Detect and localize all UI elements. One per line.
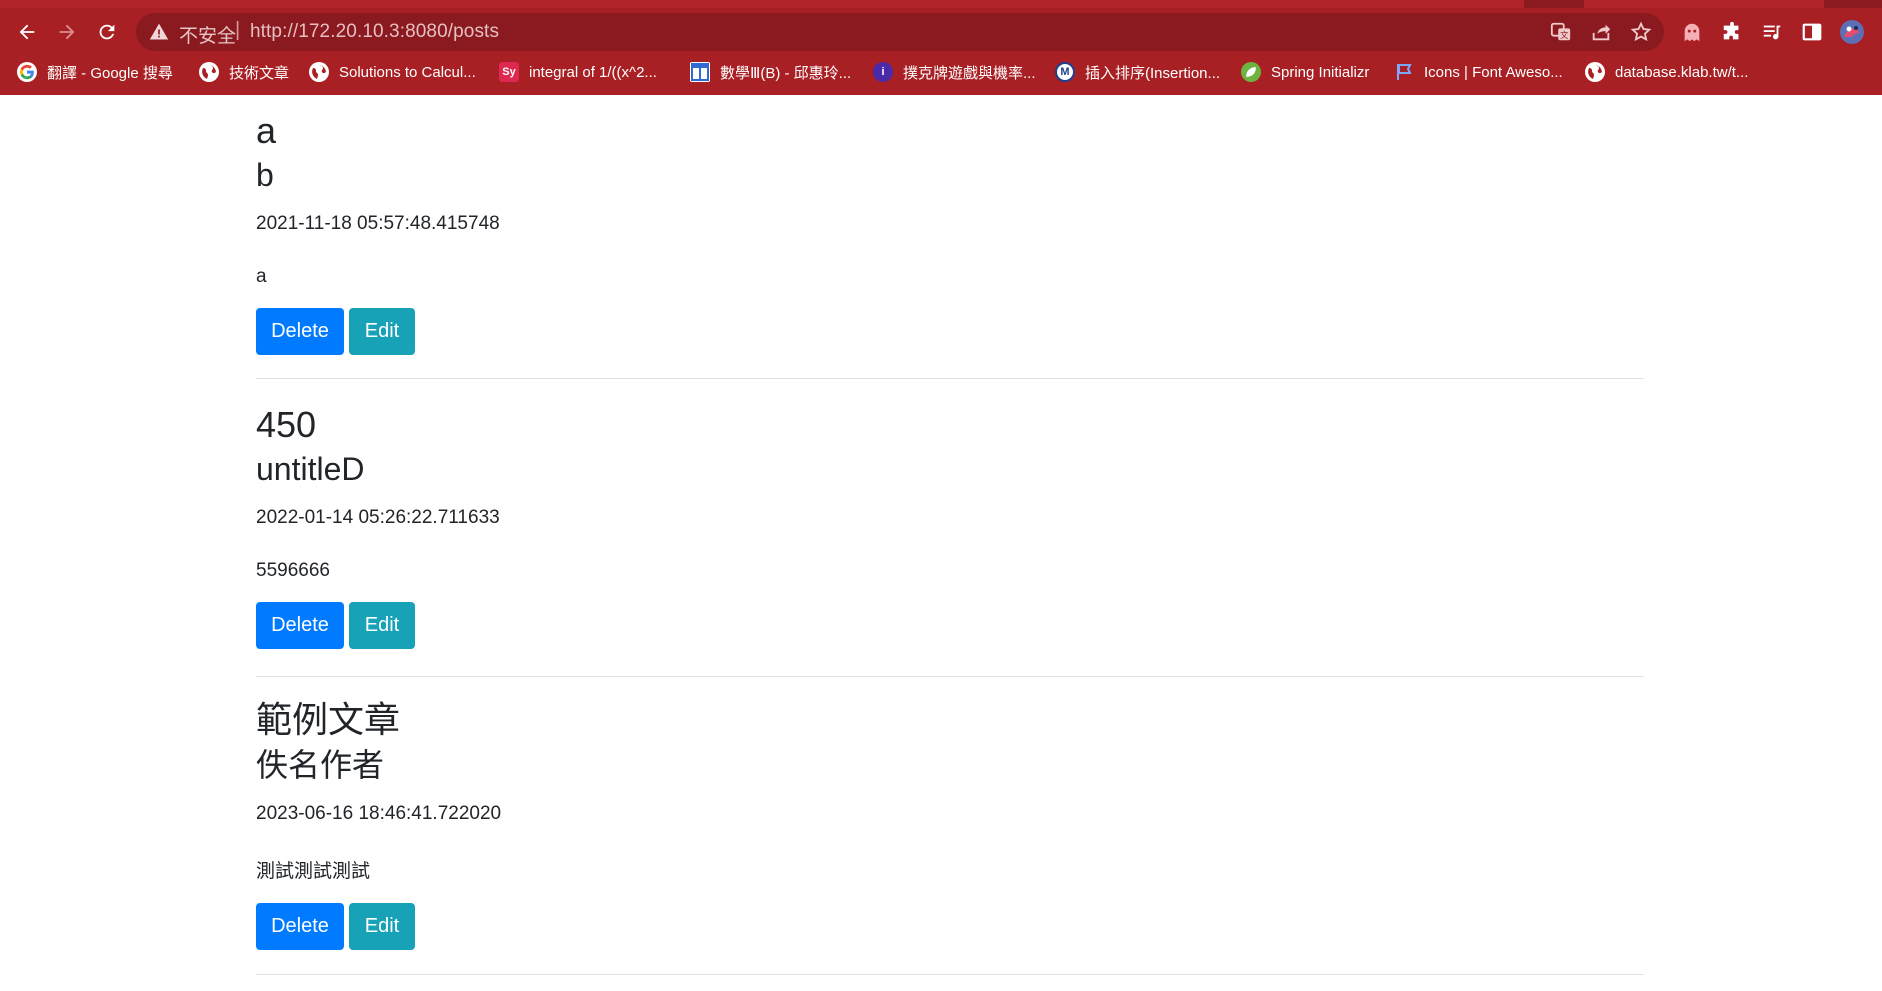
globe-icon <box>199 62 219 82</box>
info-icon: i <box>873 62 893 82</box>
google-icon <box>17 62 37 82</box>
active-tab[interactable] <box>0 0 1524 8</box>
spring-leaf-icon <box>1241 62 1261 82</box>
bookmark-label: Icons | Font Aweso... <box>1424 63 1563 81</box>
bookmark-calculus-solutions[interactable]: Solutions to Calcul... <box>309 60 476 84</box>
delete-button[interactable]: Delete <box>256 601 344 649</box>
side-panel-icon[interactable] <box>1799 19 1825 45</box>
insecure-label: 不安全 <box>179 25 237 47</box>
bookmark-label: database.klab.tw/t... <box>1615 63 1749 81</box>
delete-button[interactable]: Delete <box>256 902 344 950</box>
post-title: 450 <box>256 404 317 445</box>
bookmark-label: 數學Ⅲ(B) - 邱惠玲... <box>720 64 852 82</box>
post-card: 450 untitleD 2022-01-14 05:26:22.711633 … <box>256 379 1644 677</box>
bookmark-tech-articles[interactable]: 技術文章 <box>199 60 289 84</box>
back-arrow-icon <box>19 24 35 40</box>
svg-text:文: 文 <box>1560 30 1568 40</box>
symbolab-icon: Sy <box>499 62 519 82</box>
bookmark-label: 技術文章 <box>229 64 290 82</box>
post-actions: Delete Edit <box>256 601 1644 668</box>
post-card: a b 2021-11-18 05:57:48.415748 a Delete … <box>256 95 1644 379</box>
bookmark-label: 翻譯 - Google 搜尋 <box>47 64 173 82</box>
bookmark-label: integral of 1/((x^2... <box>529 63 657 81</box>
post-timestamp: 2023-06-16 18:46:41.722020 <box>256 802 502 824</box>
bookmark-star-icon[interactable] <box>1630 21 1652 43</box>
post-body: 5596666 <box>256 559 330 581</box>
flag-icon <box>1394 62 1414 82</box>
bookmark-poker-probability[interactable]: i 撲克牌遊戲與機率... <box>873 60 1036 84</box>
m-icon: M <box>1055 62 1075 82</box>
edit-button[interactable]: Edit <box>349 601 415 649</box>
post-actions: Delete Edit <box>256 902 1644 969</box>
posts-list: a b 2021-11-18 05:57:48.415748 a Delete … <box>256 95 1644 975</box>
edit-button[interactable]: Edit <box>349 902 415 950</box>
bookmark-google-translate[interactable]: 翻譯 - Google 搜尋 <box>17 60 173 84</box>
edit-button[interactable]: Edit <box>349 307 415 355</box>
calendar-icon <box>690 62 710 82</box>
translate-icon[interactable]: 文 <box>1550 21 1572 43</box>
bookmarks-bar: 翻譯 - Google 搜尋 技術文章 Solutions to Calcul.… <box>0 56 1882 88</box>
url-text[interactable]: http://172.20.10.3:8080/posts <box>250 21 499 43</box>
bookmark-label: 撲克牌遊戲與機率... <box>903 64 1036 82</box>
reading-list-icon[interactable] <box>1759 19 1785 45</box>
bookmark-database-klab[interactable]: database.klab.tw/t... <box>1585 60 1748 84</box>
post-card: 範例文章 佚名作者 2023-06-16 18:46:41.722020 測試測… <box>256 677 1644 975</box>
address-bar[interactable]: 不安全 | http://172.20.10.3:8080/posts 文 <box>136 13 1664 51</box>
post-timestamp: 2021-11-18 05:57:48.415748 <box>256 212 500 234</box>
post-title: a <box>256 110 277 151</box>
profile-avatar-icon[interactable] <box>1839 19 1865 45</box>
globe-icon <box>1585 62 1605 82</box>
back-button[interactable] <box>11 16 43 48</box>
post-actions: Delete Edit <box>256 307 1644 374</box>
tab-strip <box>0 0 1882 8</box>
post-author: untitleD <box>256 451 365 488</box>
ghost-extension-icon[interactable] <box>1679 19 1705 45</box>
bookmark-spring-initializr[interactable]: Spring Initializr <box>1241 60 1369 84</box>
bookmark-label: Solutions to Calcul... <box>339 63 476 81</box>
bookmark-label: Spring Initializr <box>1271 63 1370 81</box>
post-body: a <box>256 265 267 287</box>
url-host: http://172.20.10.3 <box>250 21 400 42</box>
extensions-puzzle-icon[interactable] <box>1719 19 1745 45</box>
bookmark-insertion-sort[interactable]: M 插入排序(Insertion... <box>1055 60 1220 84</box>
bookmark-math-course[interactable]: 數學Ⅲ(B) - 邱惠玲... <box>690 60 851 84</box>
bookmark-font-awesome[interactable]: Icons | Font Aweso... <box>1394 60 1563 84</box>
forward-button[interactable] <box>51 16 83 48</box>
bookmark-symbolab[interactable]: Sy integral of 1/((x^2... <box>499 60 657 84</box>
bookmark-label: 插入排序(Insertion... <box>1085 64 1221 82</box>
post-body: 測試測試測試 <box>256 860 371 882</box>
post-title: 範例文章 <box>256 700 401 741</box>
toolbar: 不安全 | http://172.20.10.3:8080/posts 文 <box>0 12 1882 52</box>
url-path: :8080/posts <box>399 21 500 42</box>
background-tab[interactable] <box>1584 0 1824 8</box>
post-author: b <box>256 157 274 194</box>
reload-button[interactable] <box>91 16 123 48</box>
post-author: 佚名作者 <box>256 746 385 785</box>
share-icon[interactable] <box>1590 21 1612 43</box>
browser-chrome: 不安全 | http://172.20.10.3:8080/posts 文 翻譯… <box>0 0 1882 95</box>
reload-icon <box>99 24 115 40</box>
forward-arrow-icon <box>59 24 75 40</box>
post-timestamp: 2022-01-14 05:26:22.711633 <box>256 506 500 528</box>
delete-button[interactable]: Delete <box>256 307 344 355</box>
warning-icon[interactable] <box>149 22 169 42</box>
omnibox-separator: | <box>235 19 241 41</box>
globe-icon <box>309 62 329 82</box>
